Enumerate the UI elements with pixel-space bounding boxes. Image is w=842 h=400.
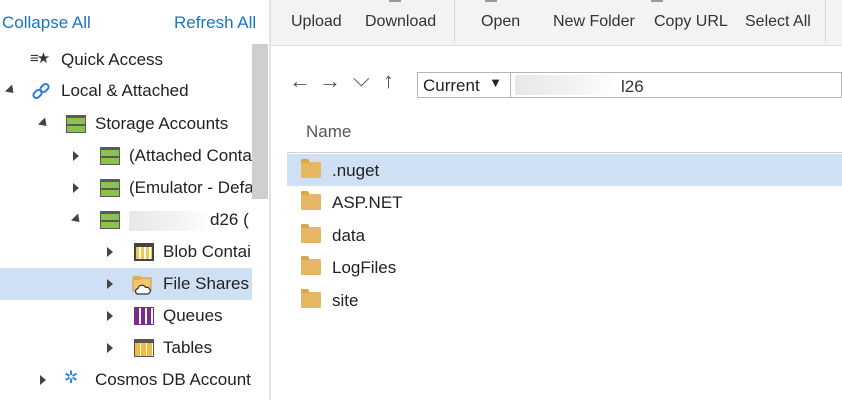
tree-item-blob-containers[interactable]: Blob Contai <box>0 236 252 268</box>
toolbar: Upload Download Open New Folder Copy URL… <box>271 0 842 46</box>
storage-account-icon <box>100 211 120 229</box>
file-name: ASP.NET <box>332 193 403 212</box>
column-header-name[interactable]: Name <box>306 122 351 142</box>
list-item[interactable]: .nuget <box>287 154 842 186</box>
table-icon <box>134 339 154 357</box>
folder-icon <box>301 191 321 210</box>
list-item[interactable]: site <box>287 284 842 316</box>
file-name: .nuget <box>332 161 380 180</box>
chevron-down-icon[interactable] <box>38 108 50 140</box>
explorer-tree-panel: Collapse All Refresh All ≡★ Quick Access… <box>0 0 270 400</box>
copy-url-icon <box>651 0 663 2</box>
redacted-account-name <box>129 211 211 231</box>
tree-item-label: Local & Attached <box>61 81 189 100</box>
tree-item-label: Quick Access <box>61 50 164 69</box>
dropdown-arrow-icon: ▼ <box>489 75 502 90</box>
back-arrow-icon[interactable]: ← <box>289 70 311 92</box>
upload-button[interactable]: Upload <box>291 13 342 31</box>
tree-item-storage-account[interactable]: d26 ( <box>0 204 252 236</box>
tree-item-tables[interactable]: Tables <box>0 332 252 364</box>
toolbar-separator <box>825 0 826 42</box>
collapse-all-link[interactable]: Collapse All <box>2 13 91 33</box>
chevron-right-icon[interactable] <box>105 332 117 364</box>
tree-item-label: (Attached Conta <box>129 146 252 165</box>
dropdown-value: Current <box>423 76 480 95</box>
chevron-right-icon[interactable] <box>71 172 83 204</box>
view-mode-dropdown[interactable]: Current ▼ <box>417 72 511 98</box>
blob-container-icon <box>134 243 154 261</box>
tree-item-label: d26 ( <box>210 210 249 229</box>
file-name: LogFiles <box>332 258 397 277</box>
tree-item-label: Queues <box>163 306 223 325</box>
storage-account-icon <box>66 115 86 133</box>
chevron-down-icon[interactable] <box>5 75 17 107</box>
list-item[interactable]: LogFiles <box>287 251 842 283</box>
list-item[interactable]: data <box>287 219 842 251</box>
select-all-button[interactable]: Select All <box>745 13 811 31</box>
queue-icon <box>134 307 154 325</box>
file-name: data <box>332 226 366 245</box>
tree-scrollbar[interactable] <box>252 44 268 199</box>
cosmos-db-icon: ✲ <box>64 368 79 387</box>
tree-item-cosmos-db[interactable]: ✲ Cosmos DB Account <box>0 364 252 396</box>
storage-account-icon <box>100 147 120 165</box>
toolbar-separator <box>454 0 455 42</box>
chevron-down-icon[interactable] <box>71 204 83 236</box>
tree-item-label: (Emulator - Defa <box>129 178 252 197</box>
tree-item-file-shares[interactable]: File Shares <box>0 268 252 300</box>
download-icon <box>389 0 401 2</box>
copy-url-button[interactable]: Copy URL <box>654 13 728 31</box>
folder-icon <box>301 289 321 308</box>
tree-item-storage-accounts[interactable]: Storage Accounts <box>0 108 252 140</box>
chevron-right-icon[interactable] <box>105 300 117 332</box>
new-folder-button[interactable]: New Folder <box>553 13 635 31</box>
quick-access-icon: ≡★ <box>30 50 50 67</box>
tree-item-label: Cosmos DB Account <box>95 370 251 389</box>
header-divider <box>287 152 842 153</box>
tree-item-label: Tables <box>163 338 213 357</box>
redacted-path <box>515 75 619 95</box>
file-name: site <box>332 291 359 310</box>
tree-item-attached-containers[interactable]: (Attached Conta <box>0 140 252 172</box>
tree-item-local-attached[interactable]: Local & Attached <box>0 75 252 107</box>
open-icon <box>485 0 497 2</box>
tree-item-label: File Shares <box>163 274 249 293</box>
refresh-all-link[interactable]: Refresh All <box>174 13 256 33</box>
open-button[interactable]: Open <box>481 13 520 31</box>
download-button[interactable]: Download <box>365 13 436 31</box>
tree-item-queues[interactable]: Queues <box>0 300 252 332</box>
folder-icon <box>301 224 321 243</box>
chevron-right-icon[interactable] <box>105 268 117 300</box>
tree-item-emulator[interactable]: (Emulator - Defa <box>0 172 252 204</box>
up-arrow-icon[interactable]: ↑ <box>383 70 394 92</box>
storage-account-icon <box>100 179 120 197</box>
address-bar: ← → ⌵ ↑ Current ▼ <box>271 62 842 104</box>
recent-locations-icon[interactable]: ⌵ <box>353 68 370 90</box>
link-icon <box>30 81 52 101</box>
chevron-right-icon[interactable] <box>105 236 117 268</box>
folder-icon <box>301 256 321 275</box>
tree-header: Collapse All Refresh All <box>0 0 270 46</box>
tree-item-label: Blob Contai <box>163 242 251 261</box>
forward-arrow-icon[interactable]: → <box>319 70 341 92</box>
tree-item-quick-access[interactable]: ≡★ Quick Access <box>0 44 252 76</box>
tree-item-label: Storage Accounts <box>95 114 229 133</box>
file-list: Name .nuget ASP.NET data LogFiles site <box>271 112 842 400</box>
chevron-right-icon[interactable] <box>38 364 50 396</box>
chevron-right-icon[interactable] <box>71 140 83 172</box>
file-share-icon <box>132 274 152 295</box>
list-item[interactable]: ASP.NET <box>287 186 842 218</box>
folder-icon <box>301 159 321 178</box>
